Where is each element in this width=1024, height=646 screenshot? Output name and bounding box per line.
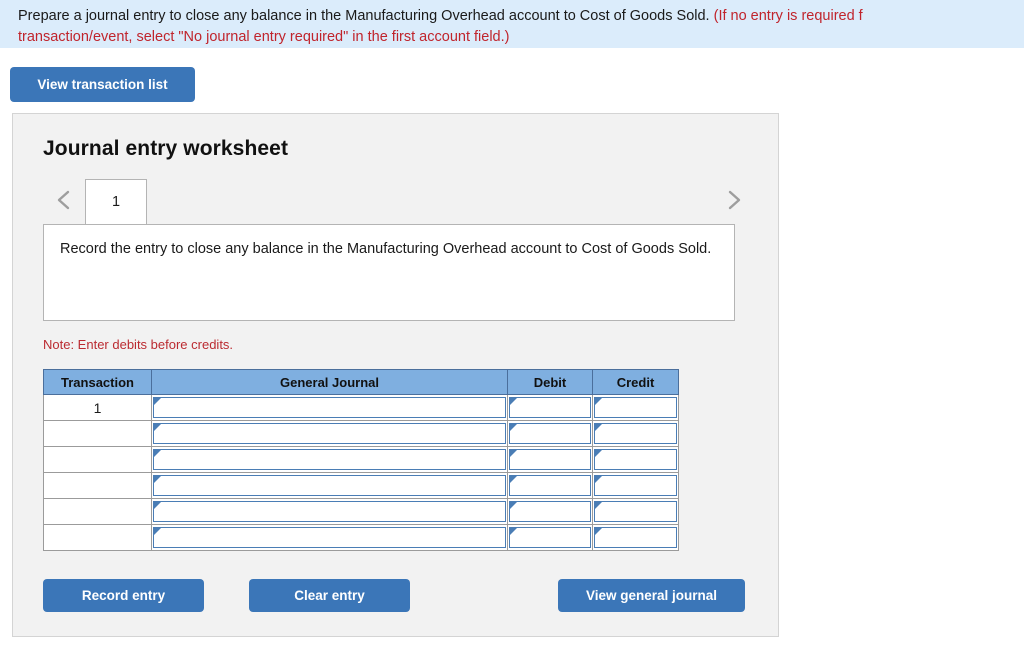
debit-cell[interactable] [507,394,593,421]
table-row [43,446,679,473]
credit-input-2[interactable] [594,423,677,444]
general-journal-cell[interactable] [151,524,508,551]
credit-cell[interactable] [592,420,679,447]
debit-input-6[interactable] [509,527,591,548]
account-select-3[interactable] [153,449,506,470]
debit-cell[interactable] [507,446,593,473]
credit-cell[interactable] [592,394,679,421]
credit-input-4[interactable] [594,475,677,496]
view-general-journal-button[interactable]: View general journal [558,579,745,612]
debit-input-1[interactable] [509,397,591,418]
table-row [43,472,679,499]
transaction-number-cell [43,498,152,525]
column-header-transaction: Transaction [43,369,152,395]
account-select-1[interactable] [153,397,506,418]
general-journal-cell[interactable] [151,498,508,525]
transaction-number-cell [43,472,152,499]
worksheet-tab-1[interactable]: 1 [85,179,147,225]
chevron-right-icon[interactable] [721,185,747,215]
debit-input-3[interactable] [509,449,591,470]
debits-before-credits-note: Note: Enter debits before credits. [43,337,234,352]
clear-entry-button[interactable]: Clear entry [249,579,410,612]
page-title: Journal entry worksheet [43,137,289,160]
journal-entry-table: Transaction General Journal Debit Credit… [43,369,679,551]
instruction-text-black: Prepare a journal entry to close any bal… [18,8,714,24]
account-select-6[interactable] [153,527,506,548]
table-header-row: Transaction General Journal Debit Credit [43,369,679,395]
credit-input-3[interactable] [594,449,677,470]
transaction-number-cell [43,524,152,551]
transaction-number-cell: 1 [43,394,152,421]
column-header-general-journal: General Journal [151,369,508,395]
column-header-debit: Debit [507,369,593,395]
debit-cell[interactable] [507,498,593,525]
account-select-5[interactable] [153,501,506,522]
worksheet-tabstrip: 1 [43,177,751,225]
debit-input-2[interactable] [509,423,591,444]
account-select-2[interactable] [153,423,506,444]
debit-cell[interactable] [507,420,593,447]
journal-entry-worksheet-panel: Journal entry worksheet 1 Record the ent… [12,113,779,637]
debit-cell[interactable] [507,524,593,551]
column-header-credit: Credit [592,369,679,395]
transaction-number-cell [43,446,152,473]
instruction-banner-line-2: transaction/event, select "No journal en… [18,29,510,45]
transaction-number-cell [43,420,152,447]
chevron-left-icon[interactable] [51,185,77,215]
record-entry-button[interactable]: Record entry [43,579,204,612]
instruction-banner: Prepare a journal entry to close any bal… [0,0,1024,48]
credit-cell[interactable] [592,524,679,551]
worksheet-instruction-text: Record the entry to close any balance in… [60,241,712,257]
worksheet-instruction-box: Record the entry to close any balance in… [43,224,735,321]
table-row [43,524,679,551]
debit-cell[interactable] [507,472,593,499]
general-journal-cell[interactable] [151,472,508,499]
instruction-banner-line-1: Prepare a journal entry to close any bal… [18,6,1024,27]
credit-cell[interactable] [592,472,679,499]
view-transaction-list-button[interactable]: View transaction list [10,67,195,102]
account-select-4[interactable] [153,475,506,496]
credit-input-5[interactable] [594,501,677,522]
table-row [43,420,679,447]
credit-input-6[interactable] [594,527,677,548]
general-journal-cell[interactable] [151,446,508,473]
table-row: 1 [43,394,679,421]
instruction-text-red-start: (If no entry is required f [713,8,863,24]
credit-cell[interactable] [592,446,679,473]
debit-input-4[interactable] [509,475,591,496]
credit-input-1[interactable] [594,397,677,418]
general-journal-cell[interactable] [151,420,508,447]
table-row [43,498,679,525]
debit-input-5[interactable] [509,501,591,522]
general-journal-cell[interactable] [151,394,508,421]
credit-cell[interactable] [592,498,679,525]
